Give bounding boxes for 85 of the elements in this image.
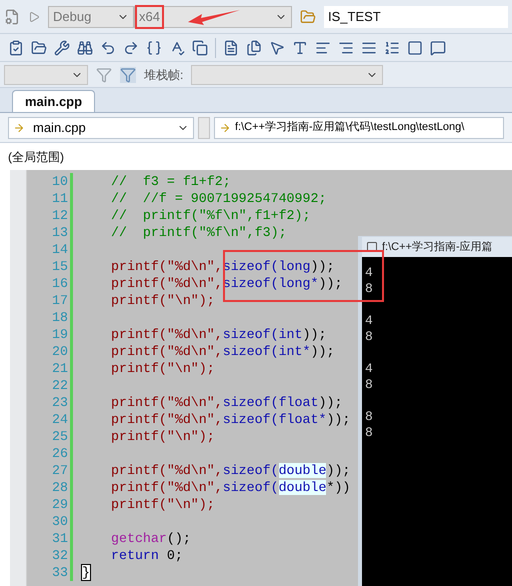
console-title: f:\C++学习指南-应用篇	[382, 240, 493, 255]
code-line: printf("\n");	[111, 292, 215, 310]
line-number: 12	[51, 206, 68, 225]
font-icon[interactable]	[292, 40, 308, 56]
line-number: 18	[51, 308, 68, 327]
console-output: 8	[365, 377, 374, 393]
code-line: printf("\n");	[111, 360, 215, 378]
code-line: printf("%d\n",sizeof(float));	[111, 394, 342, 412]
line-number: 26	[51, 444, 68, 463]
arrow-icon	[13, 122, 25, 134]
configuration-dropdown[interactable]: Debug	[48, 6, 134, 28]
line-number: 11	[51, 190, 68, 208]
code-line: printf("%d\n",sizeof(long));	[111, 258, 334, 276]
code-line: printf("%d\n",sizeof(double));	[111, 462, 350, 480]
line-number: 13	[51, 224, 68, 242]
braces-icon[interactable]	[146, 40, 162, 56]
path-dropdown[interactable]: f:\C++学习指南-应用篇\代码\testLong\testLong\	[214, 116, 504, 138]
folder-icon[interactable]	[300, 8, 316, 24]
code-line: // printf("%f\n",f1+f2);	[111, 206, 310, 225]
line-number: 29	[51, 496, 68, 514]
code-line: getchar();	[111, 530, 191, 548]
line-number: 17	[51, 292, 68, 310]
code-line: printf("%d\n",sizeof(int*));	[111, 342, 334, 361]
code-line: printf("\n");	[111, 428, 215, 446]
console-icon	[366, 241, 378, 253]
line-number: 15	[51, 258, 68, 276]
list-icon[interactable]	[384, 40, 400, 56]
console-output: 4	[365, 361, 374, 377]
square-icon[interactable]	[407, 40, 423, 56]
line-number: 24	[51, 410, 68, 429]
line-number: 28	[51, 478, 68, 497]
console-output: 8	[365, 425, 374, 441]
line-number: 30	[51, 512, 68, 531]
arrow-annotation	[188, 8, 240, 26]
line-number: 27	[51, 462, 68, 480]
line-number: 25	[51, 428, 68, 446]
platform-value: x64	[135, 4, 164, 28]
wrench-icon[interactable]	[54, 40, 70, 56]
file-tab[interactable]: main.cpp	[12, 90, 96, 112]
files-icon[interactable]	[246, 40, 262, 56]
console-output: 4	[365, 313, 374, 329]
outdent-icon[interactable]	[315, 40, 331, 56]
line-number: 23	[51, 394, 68, 412]
document-icon[interactable]	[4, 8, 20, 24]
startup-field[interactable]: IS_TEST	[324, 6, 508, 28]
line-number: 32	[51, 546, 68, 565]
line-number: 22	[51, 376, 68, 395]
console-output: 4	[365, 265, 374, 281]
undo-icon[interactable]	[100, 40, 116, 56]
line-number: 33	[51, 564, 68, 582]
filter-icon[interactable]	[120, 66, 136, 82]
console-output: 8	[365, 281, 374, 297]
code-line: printf("%d\n",sizeof(int));	[111, 326, 326, 344]
lines-icon[interactable]	[361, 40, 377, 56]
console-output: 8	[365, 329, 374, 345]
arrow-icon	[219, 122, 231, 134]
copy-icon[interactable]	[192, 40, 208, 56]
file-dropdown[interactable]: main.cpp	[8, 116, 194, 138]
indent-icon[interactable]	[338, 40, 354, 56]
line-number: 10	[51, 172, 68, 191]
redo-icon[interactable]	[123, 40, 139, 56]
code-line: printf("\n");	[111, 496, 215, 514]
code-line: printf("%d\n",sizeof(double*))	[111, 478, 350, 497]
binoculars-icon[interactable]	[77, 40, 93, 56]
code-line: return 0;	[111, 546, 183, 565]
code-line: printf("%d\n",sizeof(float*));	[111, 410, 350, 429]
checklist-icon[interactable]	[8, 40, 24, 56]
folder-icon[interactable]	[31, 40, 47, 56]
pointer-icon[interactable]	[269, 40, 285, 56]
line-number: 31	[51, 530, 68, 548]
scope-label: (全局范围)	[8, 148, 64, 166]
stack-frame-label: 堆栈帧:	[144, 66, 184, 84]
console-output: 8	[365, 409, 374, 425]
line-number: 14	[51, 240, 68, 259]
line-number: 21	[51, 360, 68, 378]
platform-dropdown[interactable]: x64	[134, 6, 292, 28]
code-line: // //f = 9007199254740992;	[111, 190, 326, 208]
line-number: 16	[51, 274, 68, 293]
comment-icon[interactable]	[430, 40, 446, 56]
document-icon[interactable]	[223, 40, 239, 56]
line-number: 19	[51, 326, 68, 344]
code-line: // printf("%f\n",f3);	[111, 224, 287, 242]
code-line: // f3 = f1+f2;	[111, 172, 231, 191]
code-line: printf("%d\n",sizeof(long*));	[111, 274, 342, 293]
line-number: 20	[51, 342, 68, 361]
